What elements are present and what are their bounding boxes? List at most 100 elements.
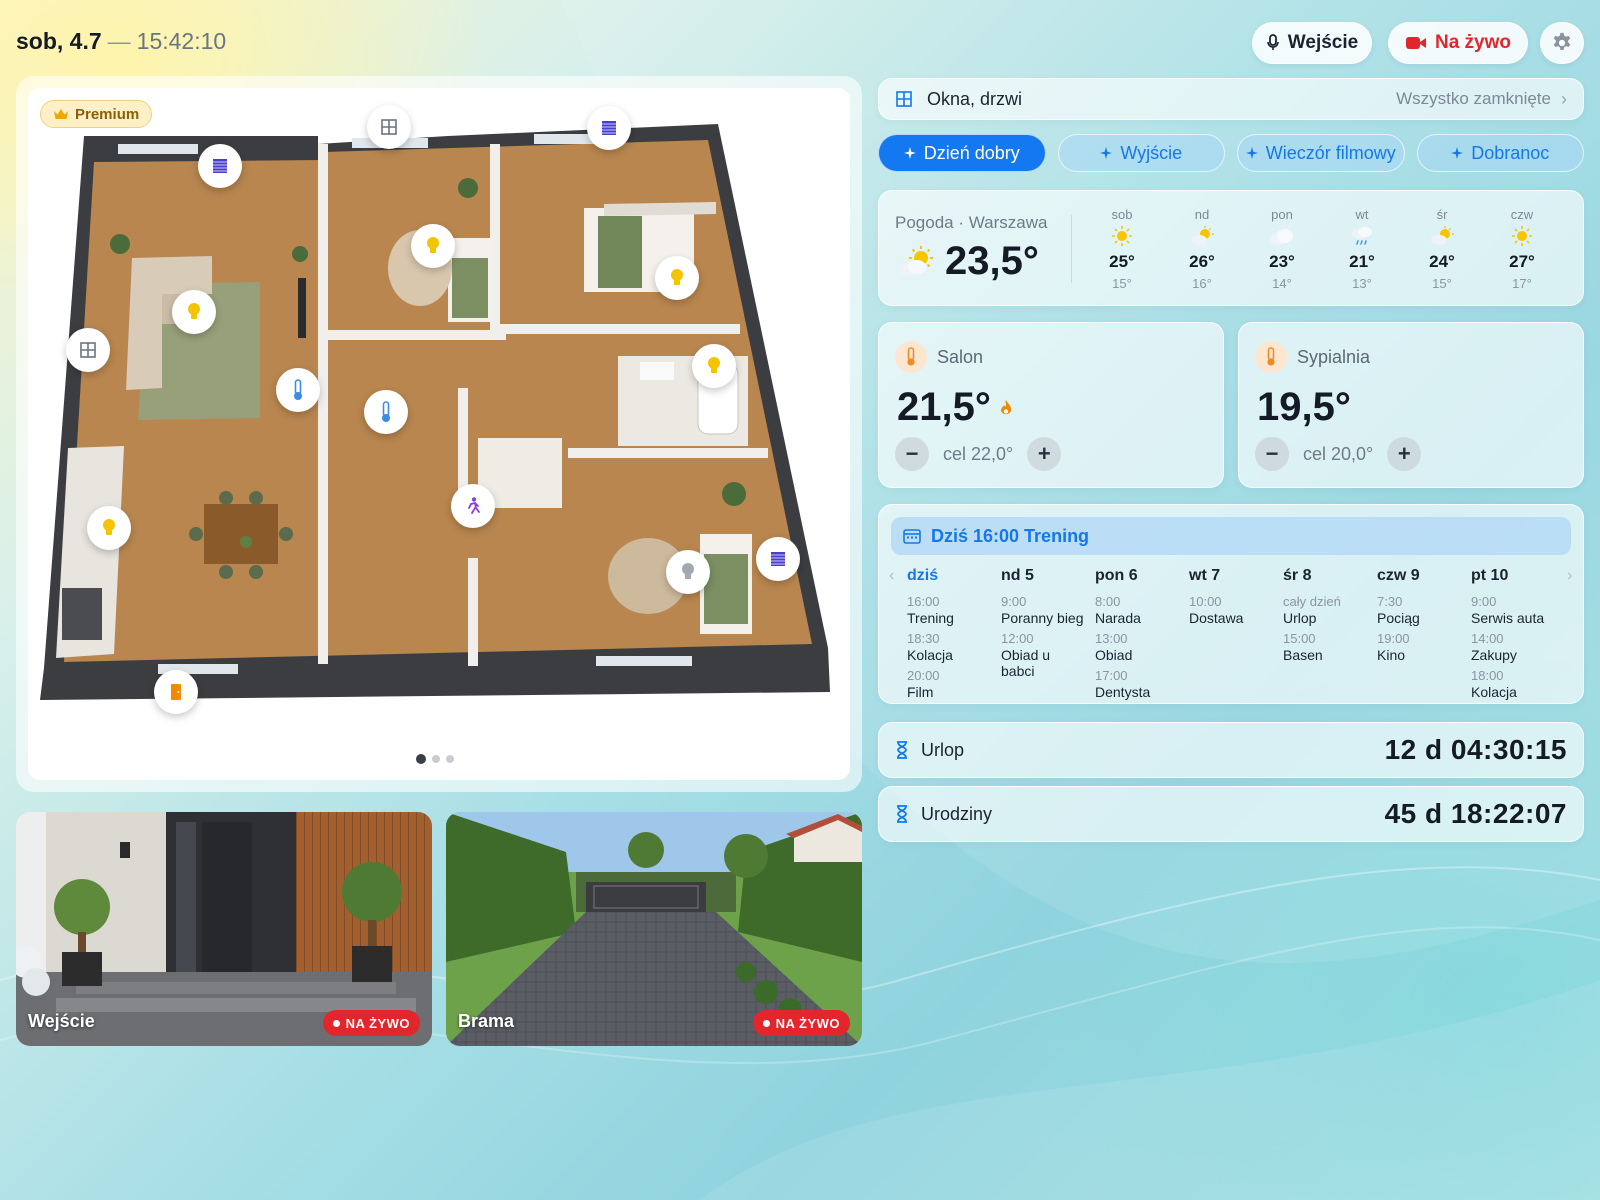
floorplan-view[interactable]: Premium xyxy=(28,88,850,780)
sun-icon xyxy=(1512,226,1532,246)
page-dot[interactable] xyxy=(432,755,440,763)
forecast-day-label: czw xyxy=(1510,207,1534,222)
scene-good-morning-button[interactable]: Dzień dobry xyxy=(878,134,1046,172)
settings-button[interactable] xyxy=(1540,22,1584,64)
event-name: Kolacja xyxy=(907,647,953,663)
top-bar: sob, 4.7—15:42:10 Wejście Na żywo xyxy=(16,22,1584,66)
next-event-label: Dziś 16:00 Trening xyxy=(931,525,1090,546)
calendar-event[interactable]: 8:00 Narada xyxy=(1095,594,1187,626)
calendar-day-label: śr 8 xyxy=(1283,567,1312,584)
calendar-event[interactable]: 14:00 Zakupy xyxy=(1471,631,1563,663)
scene-leaving-button[interactable]: Wyjście xyxy=(1057,134,1225,172)
page-dot-active[interactable] xyxy=(416,754,426,764)
decrease-temperature-button[interactable]: − xyxy=(1255,437,1289,471)
calendar-event[interactable]: 9:00 Poranny bieg xyxy=(1001,594,1093,626)
countdown-value: 12 d 04:30:15 xyxy=(1384,734,1567,765)
scene-good-night-button[interactable]: Dobranoc xyxy=(1416,134,1584,172)
scene-label: Wieczór filmowy xyxy=(1265,142,1396,163)
forecast-high: 21° xyxy=(1349,252,1375,271)
calendar-day-label: czw 9 xyxy=(1377,567,1420,584)
event-time: 13:00 xyxy=(1095,631,1128,646)
calendar-event[interactable]: 10:00 Dostawa xyxy=(1189,594,1281,626)
thermometer-icon xyxy=(1255,341,1287,373)
target-temperature: cel 22,0° xyxy=(943,443,1014,464)
live-dot-icon xyxy=(332,1019,340,1027)
window-sensor-marker[interactable] xyxy=(367,105,411,149)
room-temperature-value: 19,5° xyxy=(1257,385,1351,429)
light-marker[interactable] xyxy=(87,506,131,550)
increase-temperature-button[interactable]: + xyxy=(1387,437,1422,471)
calendar-event[interactable]: 19:00 Kino xyxy=(1377,631,1469,663)
calendar-event[interactable]: 18:00 Kolacja xyxy=(1471,668,1563,700)
forecast-day: śr 24° 15° xyxy=(1412,207,1472,291)
lightbulb-icon xyxy=(708,357,720,373)
countdown-birthday[interactable]: Urodziny 45 d 18:22:07 xyxy=(878,786,1584,842)
forecast-day-label: pon xyxy=(1271,207,1293,222)
light-marker[interactable] xyxy=(411,224,455,268)
light-marker[interactable] xyxy=(692,344,736,388)
door-sensor-marker[interactable] xyxy=(154,670,198,714)
light-marker[interactable] xyxy=(666,550,710,594)
scene-movie-night-button[interactable]: Wieczór filmowy xyxy=(1237,134,1405,172)
event-time: 8:00 xyxy=(1095,594,1121,609)
live-badge: NA ŻYWO xyxy=(322,1010,420,1036)
sparkle-icon xyxy=(1100,147,1113,159)
window-sensor-marker[interactable] xyxy=(66,328,110,372)
lightbulb-icon xyxy=(103,519,115,535)
event-name: Urlop xyxy=(1283,610,1317,626)
camera-gate[interactable]: Brama NA ŻYWO xyxy=(446,812,862,1046)
blinds-marker[interactable] xyxy=(198,144,242,188)
event-name: Trening xyxy=(907,610,954,626)
thermometer-marker[interactable] xyxy=(276,368,320,412)
windows-doors-title: Okna, drzwi xyxy=(927,88,1023,109)
windows-doors-row[interactable]: Okna, drzwi Wszystko zamknięte › xyxy=(878,78,1584,120)
thermometer-icon xyxy=(382,401,390,422)
weather-card[interactable]: Pogoda · Warszawa 23,5° sob 25° 15° nd 2… xyxy=(878,190,1584,306)
live-view-button[interactable]: Na żywo xyxy=(1388,22,1528,64)
thermometer-marker[interactable] xyxy=(364,390,408,434)
event-name: Basen xyxy=(1283,647,1323,663)
motion-sensor-marker[interactable] xyxy=(451,484,495,528)
calendar-event[interactable]: cały dzień Urlop xyxy=(1283,594,1375,626)
event-time: 9:00 xyxy=(1471,594,1497,609)
room-card-salon[interactable]: Salon 21,5° − cel 22,0° + xyxy=(878,322,1224,488)
calendar-event[interactable]: 7:30 Pociąg xyxy=(1377,594,1469,626)
chevron-right-icon[interactable]: › xyxy=(1567,567,1572,585)
event-name: Film xyxy=(907,684,934,700)
event-time: 20:00 xyxy=(907,668,940,683)
floorplan-page-indicator[interactable] xyxy=(416,754,454,764)
event-time: 14:00 xyxy=(1471,631,1504,646)
countdown-vacation[interactable]: Urlop 12 d 04:30:15 xyxy=(878,722,1584,778)
light-marker[interactable] xyxy=(172,290,216,334)
decrease-temperature-button[interactable]: − xyxy=(895,437,929,471)
page-dot[interactable] xyxy=(446,755,454,763)
calendar-day-label: wt 7 xyxy=(1189,567,1221,584)
calendar-event[interactable]: 15:00 Basen xyxy=(1283,631,1375,663)
next-event-banner[interactable]: Dziś 16:00 Trening xyxy=(891,517,1571,555)
microphone-icon xyxy=(1266,34,1279,50)
scene-label: Dobranoc xyxy=(1471,142,1550,163)
event-time: 19:00 xyxy=(1377,631,1410,646)
blinds-marker[interactable] xyxy=(756,537,800,581)
chevron-left-icon[interactable]: ‹ xyxy=(889,567,894,585)
thermometer-icon xyxy=(294,379,302,400)
calendar-event[interactable]: 18:30 Kolacja xyxy=(907,631,999,663)
intercom-button[interactable]: Wejście xyxy=(1252,22,1372,64)
calendar-event[interactable]: 20:00 Film xyxy=(907,668,999,700)
sun-icon xyxy=(1112,226,1132,246)
countdown-name: Urlop xyxy=(921,739,965,760)
calendar-card[interactable]: Dziś 16:00 Trening ‹ › dziś 16:00 Trening… xyxy=(878,504,1584,704)
calendar-event[interactable]: 9:00 Serwis auta xyxy=(1471,594,1563,626)
camera-entrance[interactable]: Wejście NA ŻYWO xyxy=(16,812,432,1046)
calendar-event[interactable]: 13:00 Obiad xyxy=(1095,631,1187,663)
increase-temperature-button[interactable]: + xyxy=(1027,437,1062,471)
calendar-event[interactable]: 16:00 Trening xyxy=(907,594,999,626)
calendar-event[interactable]: 12:00 Obiad u babci xyxy=(1001,631,1093,679)
calendar-event[interactable]: 17:00 Dentysta xyxy=(1095,668,1187,700)
blinds-marker[interactable] xyxy=(587,106,631,150)
event-time: 12:00 xyxy=(1001,631,1034,646)
lightbulb-icon xyxy=(427,237,439,253)
room-card-sypialnia[interactable]: Sypialnia 19,5° − cel 20,0° + xyxy=(1238,322,1584,488)
event-time: 15:00 xyxy=(1283,631,1316,646)
light-marker[interactable] xyxy=(655,256,699,300)
